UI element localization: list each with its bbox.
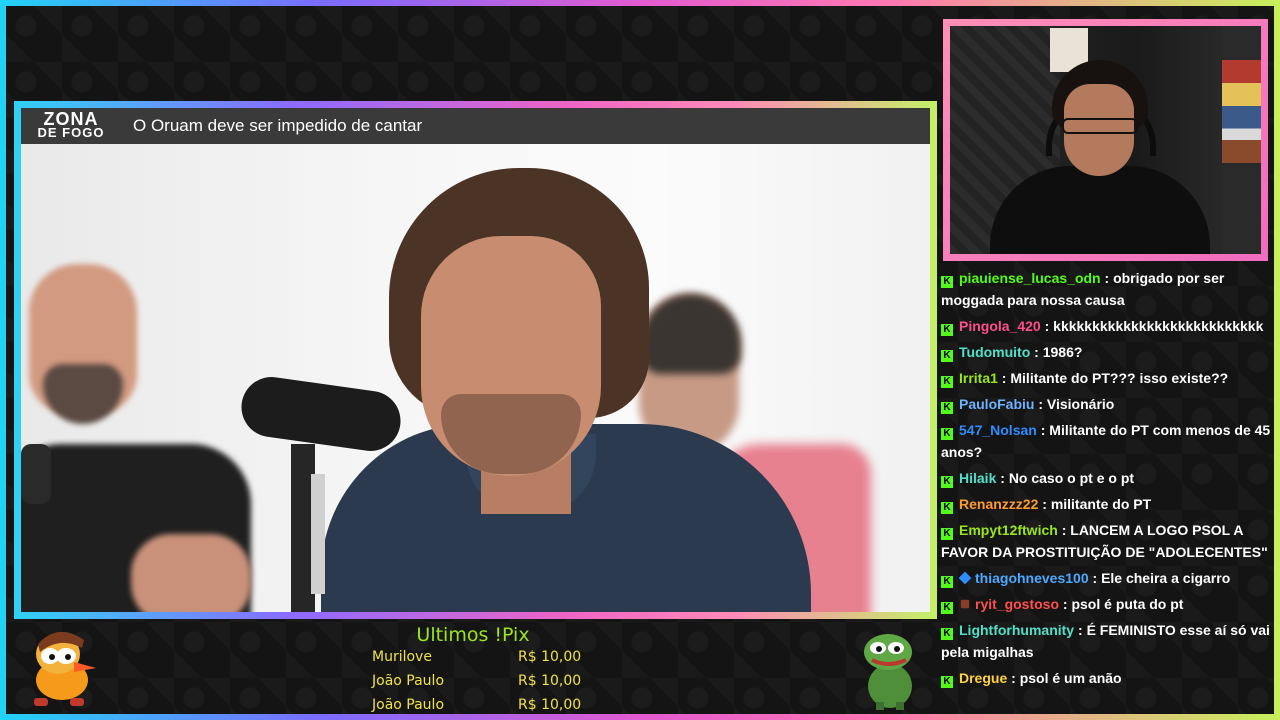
chat-message: K Empyt12ftwich : LANCEM A LOGO PSOL A FA… bbox=[941, 518, 1271, 566]
chat-username[interactable]: Tudomuito bbox=[959, 344, 1030, 360]
chat-separator: : bbox=[1036, 422, 1050, 438]
pix-donor-name: João Paulo bbox=[372, 697, 445, 713]
brand-logo: ZONA DE FOGO bbox=[21, 108, 121, 144]
chat-username[interactable]: Irrita1 bbox=[959, 370, 998, 386]
pix-amount: R$ 10,00 bbox=[518, 649, 582, 665]
video-frame: ZONA DE FOGO O Oruam deve ser impedido d… bbox=[14, 101, 937, 619]
chat-separator: : bbox=[1088, 570, 1102, 586]
chat-message: Kthiagohneves100 : Ele cheira a cigarro bbox=[941, 566, 1271, 592]
video-player[interactable]: ZONA DE FOGO O Oruam deve ser impedido d… bbox=[21, 108, 930, 612]
chat-separator: : bbox=[1057, 522, 1071, 538]
cartoon-duck-mascot-icon bbox=[34, 631, 96, 706]
chat-username[interactable]: piauiense_lucas_odn bbox=[959, 270, 1101, 286]
chat-message: K Dregue : psol é um anão bbox=[941, 666, 1271, 692]
chat-username[interactable]: Lightforhumanity bbox=[959, 622, 1074, 638]
video-scene bbox=[21, 144, 930, 612]
chat-message: K 547_Nolsan : Militante do PT com menos … bbox=[941, 418, 1271, 466]
chat-message: K Lightforhumanity : É FEMINISTO esse aí … bbox=[941, 618, 1271, 666]
kick-badge-icon: K bbox=[941, 576, 953, 588]
kick-badge-icon: K bbox=[941, 402, 953, 414]
chat-username[interactable]: Pingola_420 bbox=[959, 318, 1041, 334]
chat-separator: : bbox=[1007, 670, 1020, 686]
kick-badge-icon: K bbox=[941, 676, 953, 688]
kick-badge-icon: K bbox=[941, 528, 953, 540]
microphone-cable bbox=[311, 474, 325, 594]
pix-donor-name: Murilove bbox=[372, 649, 432, 665]
chat-separator: : bbox=[1040, 318, 1054, 334]
pix-amount: R$ 10,00 bbox=[518, 673, 582, 689]
kick-badge-icon: K bbox=[941, 602, 953, 614]
kick-badge-icon: K bbox=[941, 428, 953, 440]
chat-separator: : bbox=[1030, 344, 1043, 360]
chat-username[interactable]: Empyt12ftwich bbox=[959, 522, 1058, 538]
chat-username[interactable]: ryit_gostoso bbox=[975, 596, 1059, 612]
chat-text: psol é um anão bbox=[1019, 670, 1122, 686]
chat-username[interactable]: Hilaik bbox=[959, 470, 996, 486]
pix-row: Murilove R$ 10,00 bbox=[372, 645, 582, 669]
webcam-frame bbox=[943, 19, 1268, 261]
chat-text: 1986? bbox=[1042, 344, 1083, 360]
chat-username[interactable]: PauloFabiu bbox=[959, 396, 1034, 412]
chat-message: Kryit_gostoso : psol é puta do pt bbox=[941, 592, 1271, 618]
webcam-feed bbox=[950, 26, 1261, 254]
chat-username[interactable]: Renanzzz22 bbox=[959, 496, 1038, 512]
chat-text: Ele cheira a cigarro bbox=[1101, 570, 1231, 586]
chat-text: kkkkkkkkkkkkkkkkkkkkkkkkkkk bbox=[1053, 318, 1264, 334]
chat-username[interactable]: 547_Nolsan bbox=[959, 422, 1037, 438]
kick-badge-icon: K bbox=[941, 628, 953, 640]
pix-title: Ultimos !Pix bbox=[416, 624, 530, 646]
gift-badge-icon bbox=[960, 599, 970, 609]
video-title: O Oruam deve ser impedido de cantar bbox=[133, 116, 423, 135]
pix-list: Murilove R$ 10,00 João Paulo R$ 10,00 Jo… bbox=[372, 645, 582, 717]
microphone-left-icon bbox=[21, 444, 51, 504]
chat-message: Kpiauiense_lucas_odn : obrigado por ser … bbox=[941, 266, 1271, 314]
chat-text: psol é puta do pt bbox=[1071, 596, 1184, 612]
chat-separator: : bbox=[1034, 396, 1047, 412]
chat-separator: : bbox=[1059, 596, 1072, 612]
chat-username[interactable]: Dregue bbox=[959, 670, 1007, 686]
chat-message: K Tudomuito : 1986? bbox=[941, 340, 1271, 366]
chat-text: militante do PT bbox=[1050, 496, 1152, 512]
chat-message: K Irrita1 : Militante do PT??? isso exist… bbox=[941, 366, 1271, 392]
pix-donor-name: João Paulo bbox=[372, 673, 445, 689]
chat-separator: : bbox=[1074, 622, 1087, 638]
chat-text: Militante do PT??? isso existe?? bbox=[1010, 370, 1229, 386]
chat-text: No caso o pt e o pt bbox=[1008, 470, 1135, 486]
kick-badge-icon: K bbox=[941, 476, 953, 488]
glasses-icon bbox=[1062, 118, 1138, 134]
kick-badge-icon: K bbox=[941, 276, 953, 288]
chat-message: K Renanzzz22 : militante do PT bbox=[941, 492, 1271, 518]
kick-badge-icon: K bbox=[941, 376, 953, 388]
stream-overlay: ZONA DE FOGO O Oruam deve ser impedido d… bbox=[0, 0, 1280, 720]
chat-message: K Hilaik : No caso o pt e o pt bbox=[941, 466, 1271, 492]
brand-logo-line1: ZONA bbox=[43, 109, 99, 129]
chat-message: K Pingola_420 : kkkkkkkkkkkkkkkkkkkkkkkkk… bbox=[941, 314, 1271, 340]
chat-separator: : bbox=[997, 370, 1011, 386]
pix-amount: R$ 10,00 bbox=[518, 697, 582, 713]
video-header: ZONA DE FOGO O Oruam deve ser impedido d… bbox=[21, 108, 930, 144]
pix-row: João Paulo R$ 10,00 bbox=[372, 693, 582, 717]
brand-logo-line2: DE FOGO bbox=[37, 125, 105, 140]
chat-panel[interactable]: Kpiauiense_lucas_odn : obrigado por ser … bbox=[941, 266, 1271, 712]
kick-badge-icon: K bbox=[941, 324, 953, 336]
kick-badge-icon: K bbox=[941, 350, 953, 362]
chat-text: Visionário bbox=[1046, 396, 1115, 412]
cube-badge-icon bbox=[958, 571, 972, 585]
bookshelf bbox=[1222, 26, 1261, 254]
chat-separator: : bbox=[1038, 496, 1051, 512]
pepe-frog-mascot-icon bbox=[864, 634, 912, 710]
chat-separator: : bbox=[1100, 270, 1114, 286]
chat-message: K PauloFabiu : Visionário bbox=[941, 392, 1271, 418]
guest-left-arm bbox=[131, 534, 251, 612]
kick-badge-icon: K bbox=[941, 502, 953, 514]
pix-row: João Paulo R$ 10,00 bbox=[372, 669, 582, 693]
chat-username[interactable]: thiagohneves100 bbox=[975, 570, 1089, 586]
chat-separator: : bbox=[996, 470, 1009, 486]
